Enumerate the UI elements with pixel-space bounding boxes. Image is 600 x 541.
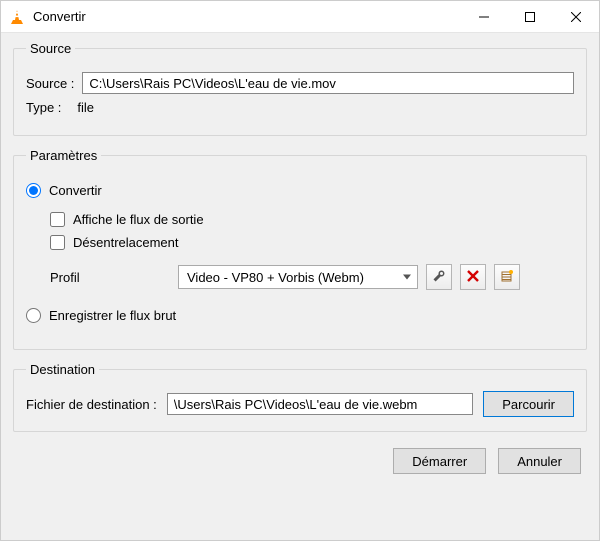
edit-profile-button[interactable] (426, 264, 452, 290)
source-group: Source Source : Type : file (13, 41, 587, 136)
cancel-button[interactable]: Annuler (498, 448, 581, 474)
new-profile-icon (500, 269, 514, 286)
minimize-button[interactable] (461, 1, 507, 33)
destination-group: Destination Fichier de destination : Par… (13, 362, 587, 432)
maximize-button[interactable] (507, 1, 553, 33)
dump-raw-label: Enregistrer le flux brut (49, 308, 176, 323)
dump-raw-radio-input[interactable] (26, 308, 41, 323)
type-value: file (77, 100, 94, 115)
deinterlace-label: Désentrelacement (73, 235, 179, 250)
new-profile-button[interactable] (494, 264, 520, 290)
parameters-legend: Paramètres (26, 148, 101, 163)
convert-radio[interactable]: Convertir (26, 183, 574, 198)
start-button[interactable]: Démarrer (393, 448, 486, 474)
type-label: Type : (26, 100, 61, 115)
delete-icon (467, 270, 479, 285)
show-output-checkbox[interactable]: Affiche le flux de sortie (50, 212, 574, 227)
dialog-button-bar: Démarrer Annuler (13, 444, 587, 474)
chevron-down-icon (403, 275, 411, 280)
source-legend: Source (26, 41, 75, 56)
deinterlace-checkbox-input[interactable] (50, 235, 65, 250)
vlc-icon (9, 9, 25, 25)
wrench-icon (432, 269, 446, 286)
destination-legend: Destination (26, 362, 99, 377)
show-output-checkbox-input[interactable] (50, 212, 65, 227)
close-button[interactable] (553, 1, 599, 33)
window-title: Convertir (33, 9, 461, 24)
deinterlace-checkbox[interactable]: Désentrelacement (50, 235, 574, 250)
convert-radio-input[interactable] (26, 183, 41, 198)
show-output-label: Affiche le flux de sortie (73, 212, 204, 227)
source-input[interactable] (82, 72, 574, 94)
source-label: Source : (26, 76, 74, 91)
delete-profile-button[interactable] (460, 264, 486, 290)
destination-label: Fichier de destination : (26, 397, 157, 412)
titlebar: Convertir (1, 1, 599, 33)
convert-radio-label: Convertir (49, 183, 102, 198)
destination-input[interactable] (167, 393, 473, 415)
dump-raw-radio[interactable]: Enregistrer le flux brut (26, 308, 574, 323)
browse-button[interactable]: Parcourir (483, 391, 574, 417)
profile-label: Profil (50, 270, 170, 285)
convert-dialog: Convertir Source Source : Type : file Pa… (0, 0, 600, 541)
profile-dropdown[interactable]: Video - VP80 + Vorbis (Webm) (178, 265, 418, 289)
parameters-group: Paramètres Convertir Affiche le flux de … (13, 148, 587, 350)
client-area: Source Source : Type : file Paramètres C… (1, 33, 599, 540)
profile-value: Video - VP80 + Vorbis (Webm) (187, 270, 364, 285)
